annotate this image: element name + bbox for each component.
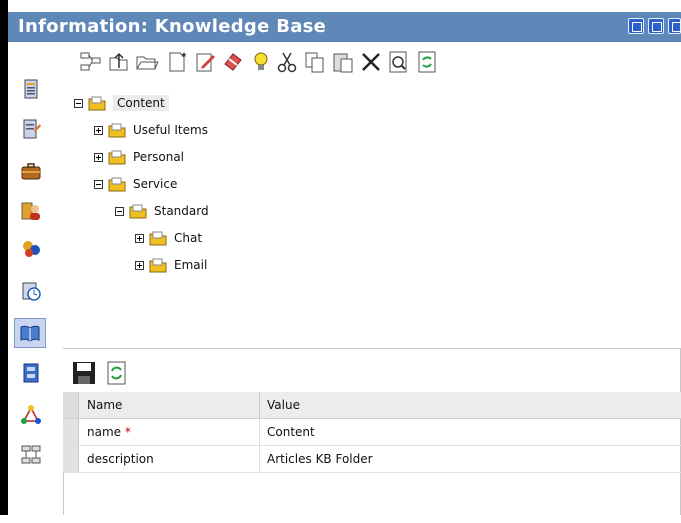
new-document-icon[interactable] (165, 50, 189, 74)
properties-toolbar (63, 352, 681, 392)
expand-icon[interactable] (94, 125, 103, 135)
table-row[interactable]: name * Content (63, 419, 681, 446)
refresh-icon[interactable] (105, 360, 129, 386)
row-gutter (63, 392, 79, 418)
copy-icon[interactable] (303, 50, 327, 74)
row-gutter (63, 446, 79, 472)
edit-icon[interactable] (193, 50, 217, 74)
collapse-icon[interactable] (115, 206, 124, 216)
cut-icon[interactable] (275, 50, 299, 74)
tree-node-content[interactable]: Content (74, 93, 169, 113)
tree-node-label: Service (133, 177, 178, 191)
column-divider (259, 446, 260, 472)
users-icon[interactable] (20, 238, 42, 260)
collapse-icon[interactable] (94, 179, 103, 189)
required-marker: * (124, 425, 131, 439)
paste-icon[interactable] (331, 50, 355, 74)
tree-node-label: Content (113, 95, 169, 111)
expand-icon[interactable] (135, 233, 144, 243)
column-header-value[interactable]: Value (267, 392, 667, 418)
network-icon[interactable] (20, 404, 42, 426)
grid-border (63, 473, 64, 515)
restore-icon[interactable] (628, 18, 644, 34)
tree-node-label: Useful Items (133, 123, 208, 137)
folder-icon (108, 177, 126, 191)
grid-header-row: Name Value (63, 392, 681, 419)
column-divider (259, 392, 260, 418)
property-value[interactable]: Articles KB Folder (267, 446, 667, 472)
tree-node-email[interactable]: Email (135, 255, 207, 275)
property-name-cell: name * (87, 419, 259, 445)
title-bar[interactable]: Information: Knowledge Base (8, 12, 681, 42)
tree-pane: Content Useful Items Personal Service St… (63, 42, 681, 349)
expand-icon[interactable] (94, 152, 103, 162)
property-name: name (87, 425, 122, 439)
contacts-icon[interactable] (20, 200, 42, 222)
collapse-icon[interactable] (74, 98, 83, 108)
row-gutter (63, 419, 79, 445)
toolbar (63, 42, 681, 82)
knowledge-book-icon (20, 325, 40, 342)
tree-node-label: Personal (133, 150, 185, 164)
tree-node-label: Chat (174, 231, 203, 245)
property-name: description (87, 452, 154, 466)
folder-icon (108, 150, 126, 164)
column-header-name[interactable]: Name (87, 392, 259, 418)
delete-icon[interactable] (359, 50, 383, 74)
refresh-icon[interactable] (415, 50, 439, 74)
erase-icon[interactable] (221, 50, 245, 74)
document-edit-icon[interactable] (20, 118, 42, 140)
tree-node-chat[interactable]: Chat (135, 228, 202, 248)
up-folder-icon[interactable] (107, 50, 131, 74)
window-title: Information: Knowledge Base (18, 16, 327, 37)
sidebar (8, 42, 63, 523)
document-icon[interactable] (20, 78, 42, 100)
folder-icon (149, 258, 167, 272)
tree-node-personal[interactable]: Personal (94, 147, 184, 167)
column-divider (259, 419, 260, 445)
folder-icon (108, 123, 126, 137)
sidebar-item-selected[interactable] (14, 318, 46, 348)
tree-node-label: Email (174, 258, 208, 272)
tree-node-standard[interactable]: Standard (115, 201, 209, 221)
find-icon[interactable] (387, 50, 411, 74)
folder-icon (149, 231, 167, 245)
lightbulb-icon[interactable] (249, 50, 273, 74)
folder-icon (88, 96, 106, 110)
schedule-icon[interactable] (20, 280, 42, 302)
open-folder-icon[interactable] (135, 50, 159, 74)
briefcase-icon[interactable] (20, 160, 42, 182)
tree-node-service[interactable]: Service (94, 174, 177, 194)
folder-icon (129, 204, 147, 218)
close-icon[interactable] (668, 18, 681, 34)
table-row[interactable]: description Articles KB Folder (63, 446, 681, 473)
cabinet-icon[interactable] (20, 362, 42, 384)
window-frame (0, 0, 8, 523)
structure-icon[interactable] (79, 50, 103, 74)
save-icon[interactable] (71, 360, 97, 386)
status-strip (0, 515, 681, 523)
expand-icon[interactable] (135, 260, 144, 270)
hierarchy-icon[interactable] (20, 444, 42, 466)
property-value[interactable]: Content (267, 419, 667, 445)
tree-node-useful-items[interactable]: Useful Items (94, 120, 208, 140)
tree-node-label: Standard (154, 204, 209, 218)
maximize-icon[interactable] (648, 18, 664, 34)
